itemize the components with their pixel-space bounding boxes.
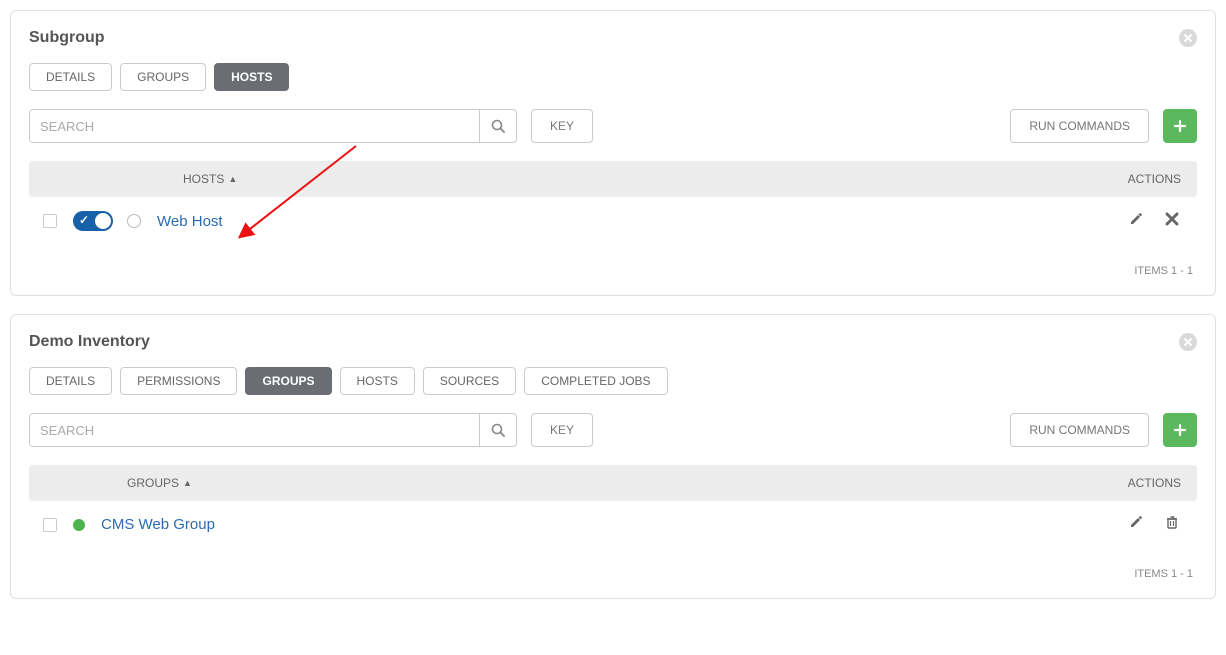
row-checkbox[interactable] (43, 214, 57, 228)
edit-icon[interactable] (1129, 212, 1143, 231)
tab-bar: DETAILS PERMISSIONS GROUPS HOSTS SOURCES COMP… (29, 367, 1197, 395)
row-name-link[interactable]: CMS Web Group (101, 516, 215, 533)
panel-title: Subgroup (29, 29, 105, 47)
panel-0: Subgroup DETAILS GROUPS HOSTS KEY RUN COMM… (10, 10, 1216, 296)
table-row: CMS Web Group (29, 501, 1197, 548)
close-icon[interactable] (1179, 333, 1197, 351)
sort-column[interactable]: HOSTS ▲ (183, 172, 237, 186)
add-button[interactable] (1163, 109, 1197, 143)
status-indicator-icon (127, 214, 141, 228)
search-input[interactable] (29, 109, 479, 143)
disassociate-icon[interactable] (1165, 212, 1179, 231)
actions-column-label: ACTIONS (1128, 476, 1197, 490)
tab-groups[interactable]: GROUPS (245, 367, 331, 395)
table-header: GROUPS ▲ ACTIONS (29, 465, 1197, 501)
search-button[interactable] (479, 413, 517, 447)
panel-1: Demo Inventory DETAILS PERMISSIONS GROUPS H… (10, 314, 1216, 599)
table-header: HOSTS ▲ ACTIONS (29, 161, 1197, 197)
search-button[interactable] (479, 109, 517, 143)
tab-permissions[interactable]: PERMISSIONS (120, 367, 237, 395)
actions-column-label: ACTIONS (1128, 172, 1197, 186)
tab-bar: DETAILS GROUPS HOSTS (29, 63, 1197, 91)
delete-icon[interactable] (1165, 515, 1179, 534)
sort-asc-icon: ▲ (228, 174, 237, 184)
run-commands-button[interactable]: RUN COMMANDS (1010, 413, 1149, 447)
pagination-info: ITEMS 1 - 1 (29, 548, 1197, 588)
tab-groups[interactable]: GROUPS (120, 63, 206, 91)
tab-completed jobs[interactable]: COMPLETED JOBS (524, 367, 667, 395)
tab-details[interactable]: DETAILS (29, 63, 112, 91)
key-button[interactable]: KEY (531, 109, 593, 143)
tab-hosts[interactable]: HOSTS (340, 367, 415, 395)
tab-hosts[interactable]: HOSTS (214, 63, 289, 91)
close-icon[interactable] (1179, 29, 1197, 47)
host-enabled-toggle[interactable]: ✓ (73, 211, 113, 231)
search-input[interactable] (29, 413, 479, 447)
panel-title: Demo Inventory (29, 333, 150, 351)
row-checkbox[interactable] (43, 518, 57, 532)
pagination-info: ITEMS 1 - 1 (29, 245, 1197, 285)
edit-icon[interactable] (1129, 515, 1143, 534)
tab-details[interactable]: DETAILS (29, 367, 112, 395)
sort-column[interactable]: GROUPS ▲ (127, 476, 192, 490)
key-button[interactable]: KEY (531, 413, 593, 447)
add-button[interactable] (1163, 413, 1197, 447)
status-dot-icon (73, 519, 85, 531)
row-name-link[interactable]: Web Host (157, 213, 223, 230)
run-commands-button[interactable]: RUN COMMANDS (1010, 109, 1149, 143)
sort-column-label: HOSTS (183, 172, 224, 186)
sort-column-label: GROUPS (127, 476, 179, 490)
sort-asc-icon: ▲ (183, 478, 192, 488)
table-row: ✓ Web Host (29, 197, 1197, 245)
tab-sources[interactable]: SOURCES (423, 367, 516, 395)
